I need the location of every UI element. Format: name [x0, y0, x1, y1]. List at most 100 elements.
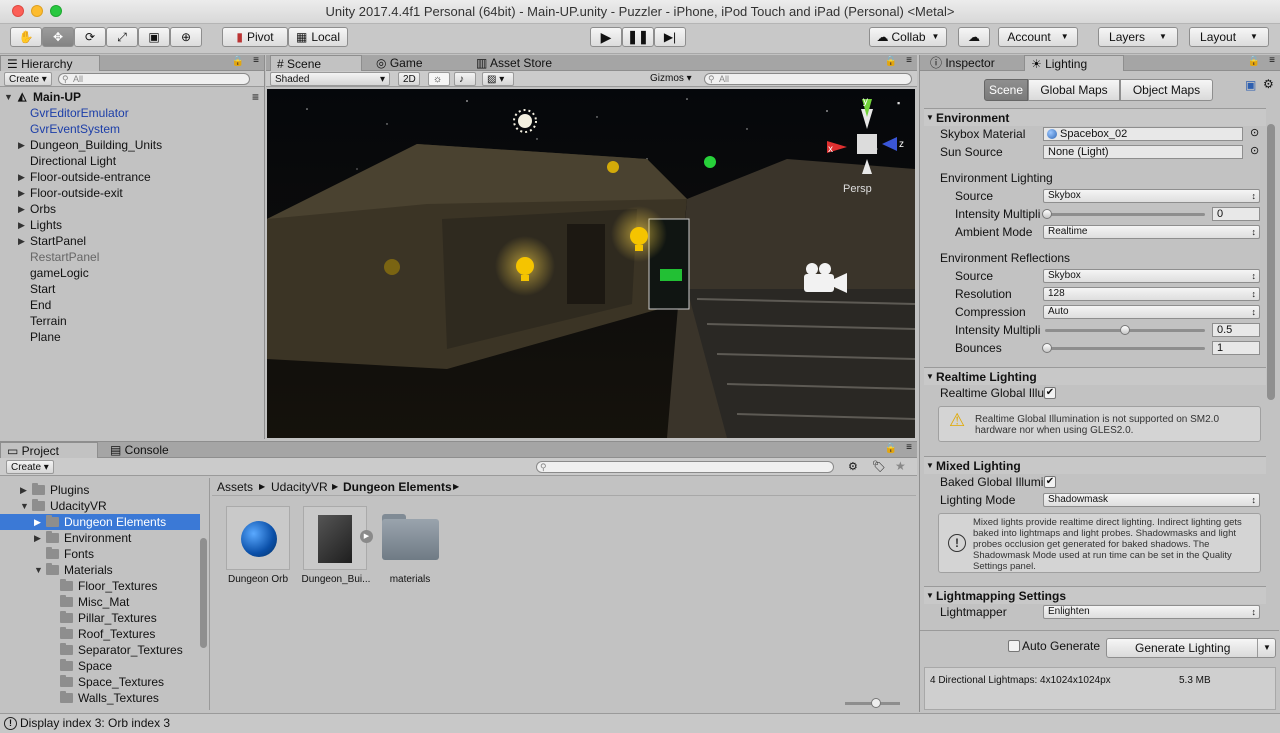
lock-icon[interactable]: 🔒	[1248, 56, 1260, 67]
2d-toggle[interactable]: 2D	[398, 72, 420, 86]
sun-source-field[interactable]: None (Light)	[1043, 145, 1243, 159]
reflection-intensity-slider-knob[interactable]	[1120, 325, 1130, 335]
bounces-value-field[interactable]: 1	[1212, 341, 1260, 355]
label-tag-icon[interactable]: 🏷	[872, 460, 886, 473]
tab-lighting[interactable]: ☀ Lighting	[1024, 55, 1124, 71]
collapse-triangle-icon[interactable]: ▼	[34, 562, 44, 578]
expand-triangle-icon[interactable]: ▶	[18, 233, 28, 249]
tree-scrollbar[interactable]	[200, 538, 207, 648]
hierarchy-item[interactable]: ▶StartPanel	[0, 233, 265, 249]
bounces-slider-knob[interactable]	[1042, 343, 1052, 353]
tab-inspector[interactable]: ⓘ Inspector	[924, 55, 1024, 71]
intensity-slider-track[interactable]	[1045, 213, 1205, 216]
asset-materials-folder[interactable]	[382, 514, 439, 560]
help-book-icon[interactable]: ▣	[1245, 78, 1256, 92]
scene-effects-dropdown[interactable]: ▨ ▾	[482, 72, 514, 86]
reflection-source-dropdown[interactable]: Skybox	[1043, 269, 1260, 283]
tab-hierarchy[interactable]: ☰ Hierarchy	[0, 55, 100, 71]
folder-tree-item[interactable]: ▼UdacityVR	[0, 498, 200, 514]
hierarchy-item[interactable]: ▶Orbs	[0, 201, 265, 217]
tab-project[interactable]: ▭ Project	[0, 442, 98, 458]
folder-tree-item[interactable]: ▼Materials	[0, 562, 200, 578]
folder-tree-item[interactable]: ▶Environment	[0, 530, 200, 546]
hand-tool-button[interactable]: ✋	[10, 27, 42, 47]
thumbnail-size-slider[interactable]	[845, 702, 900, 705]
bounces-slider-track[interactable]	[1045, 347, 1205, 350]
collapse-triangle-icon[interactable]: ▼	[20, 498, 30, 514]
menu-icon[interactable]: ≡	[906, 442, 912, 453]
expand-triangle-icon[interactable]: ▶	[34, 530, 44, 546]
folder-tree-item[interactable]: Roof_Textures	[0, 626, 200, 642]
tab-scene[interactable]: # Scene	[270, 55, 362, 71]
folder-tree-item[interactable]: Space_Textures	[0, 674, 200, 690]
rect-tool-button[interactable]: ▣	[138, 27, 170, 47]
play-button[interactable]: ▶	[590, 27, 622, 47]
hierarchy-search-input[interactable]: ⚲All	[58, 73, 250, 85]
subtab-scene[interactable]: Scene	[984, 79, 1028, 101]
scale-tool-button[interactable]: ⤢	[106, 27, 138, 47]
realtime-gi-checkbox[interactable]: ✔	[1044, 387, 1056, 399]
ambient-mode-dropdown[interactable]: Realtime	[1043, 225, 1260, 239]
lighting-mode-dropdown[interactable]: Shadowmask	[1043, 493, 1260, 507]
favorite-star-icon[interactable]: ★	[895, 459, 906, 473]
expand-triangle-icon[interactable]: ▼	[4, 89, 14, 105]
step-button[interactable]: ▶|	[654, 27, 686, 47]
folder-tree-item[interactable]: Fonts	[0, 546, 200, 562]
hierarchy-item[interactable]: Directional Light	[0, 153, 265, 169]
layout-dropdown[interactable]: Layout▼	[1189, 27, 1269, 47]
folder-tree-item[interactable]: Separator_Textures	[0, 642, 200, 658]
lock-icon[interactable]: ▪	[897, 98, 900, 108]
hierarchy-item[interactable]: GvrEventSystem	[0, 121, 265, 137]
expand-triangle-icon[interactable]: ▶	[20, 482, 30, 498]
folder-tree-item[interactable]: ▶Plugins	[0, 482, 200, 498]
shading-mode-dropdown[interactable]: Shaded▾	[270, 72, 390, 86]
hierarchy-item[interactable]: RestartPanel	[0, 249, 265, 265]
hierarchy-item[interactable]: ▶Lights	[0, 217, 265, 233]
intensity-value-field[interactable]: 0	[1212, 207, 1260, 221]
asset-dungeon-orb[interactable]	[226, 506, 290, 570]
transform-tool-button[interactable]: ⊕	[170, 27, 202, 47]
local-toggle[interactable]: ▦Local	[288, 27, 348, 47]
breadcrumb-udacityvr[interactable]: UdacityVR	[271, 478, 328, 496]
intensity-slider-knob[interactable]	[1042, 209, 1052, 219]
filter-type-icon[interactable]: ⚙	[848, 460, 858, 473]
section-realtime-lighting[interactable]: Realtime Lighting	[924, 367, 1266, 385]
hierarchy-item[interactable]: Terrain	[0, 313, 265, 329]
layers-dropdown[interactable]: Layers▼	[1098, 27, 1178, 47]
breadcrumb-dungeon-elements[interactable]: Dungeon Elements	[343, 478, 452, 496]
rotate-tool-button[interactable]: ⟳	[74, 27, 106, 47]
gear-icon[interactable]: ⚙	[1263, 77, 1274, 91]
hierarchy-item[interactable]: ▶Dungeon_Building_Units	[0, 137, 265, 153]
folder-tree-item[interactable]: ▶Dungeon Elements	[0, 514, 200, 530]
folder-tree-item[interactable]: Floor_Textures	[0, 578, 200, 594]
asset-dungeon-building-prefab[interactable]	[303, 506, 367, 570]
gizmos-dropdown[interactable]: Gizmos ▾	[646, 72, 696, 86]
ambient-source-dropdown[interactable]: Skybox	[1043, 189, 1260, 203]
inspector-scrollbar[interactable]	[1266, 120, 1276, 620]
status-text[interactable]: Display index 3: Orb index 3	[20, 714, 170, 733]
project-create-button[interactable]: Create ▾	[6, 460, 54, 474]
scene-lighting-toggle[interactable]: ☼	[428, 72, 450, 86]
pivot-toggle[interactable]: ▮Pivot	[222, 27, 288, 47]
folder-tree-item[interactable]: Space	[0, 658, 200, 674]
expand-triangle-icon[interactable]: ▶	[18, 137, 28, 153]
folder-tree-item[interactable]: Walls_Textures	[0, 690, 200, 706]
section-lightmapping-settings[interactable]: Lightmapping Settings	[924, 586, 1266, 604]
move-tool-button[interactable]: ✥	[42, 27, 74, 47]
hierarchy-item[interactable]: ▶Floor-outside-exit	[0, 185, 265, 201]
tab-console[interactable]: ▤ Console	[104, 442, 184, 458]
scene-menu-icon[interactable]: ≡	[252, 89, 259, 105]
lock-icon[interactable]: 🔒	[232, 56, 244, 67]
scene-search-input[interactable]: ⚲All	[704, 73, 912, 85]
hierarchy-item[interactable]: Plane	[0, 329, 265, 345]
collab-dropdown[interactable]: ☁Collab▼	[869, 27, 947, 47]
generate-lighting-button[interactable]: Generate Lighting ▼	[1106, 638, 1276, 658]
subtab-global-maps[interactable]: Global Maps	[1028, 79, 1120, 101]
close-window-button[interactable]	[12, 5, 24, 17]
baked-gi-checkbox[interactable]: ✔	[1044, 476, 1056, 488]
expand-triangle-icon[interactable]: ▶	[34, 514, 44, 530]
folder-tree-item[interactable]: Misc_Mat	[0, 594, 200, 610]
object-picker-icon[interactable]: ⊙	[1250, 126, 1259, 139]
maximize-window-button[interactable]	[50, 5, 62, 17]
hierarchy-item[interactable]: gameLogic	[0, 265, 265, 281]
